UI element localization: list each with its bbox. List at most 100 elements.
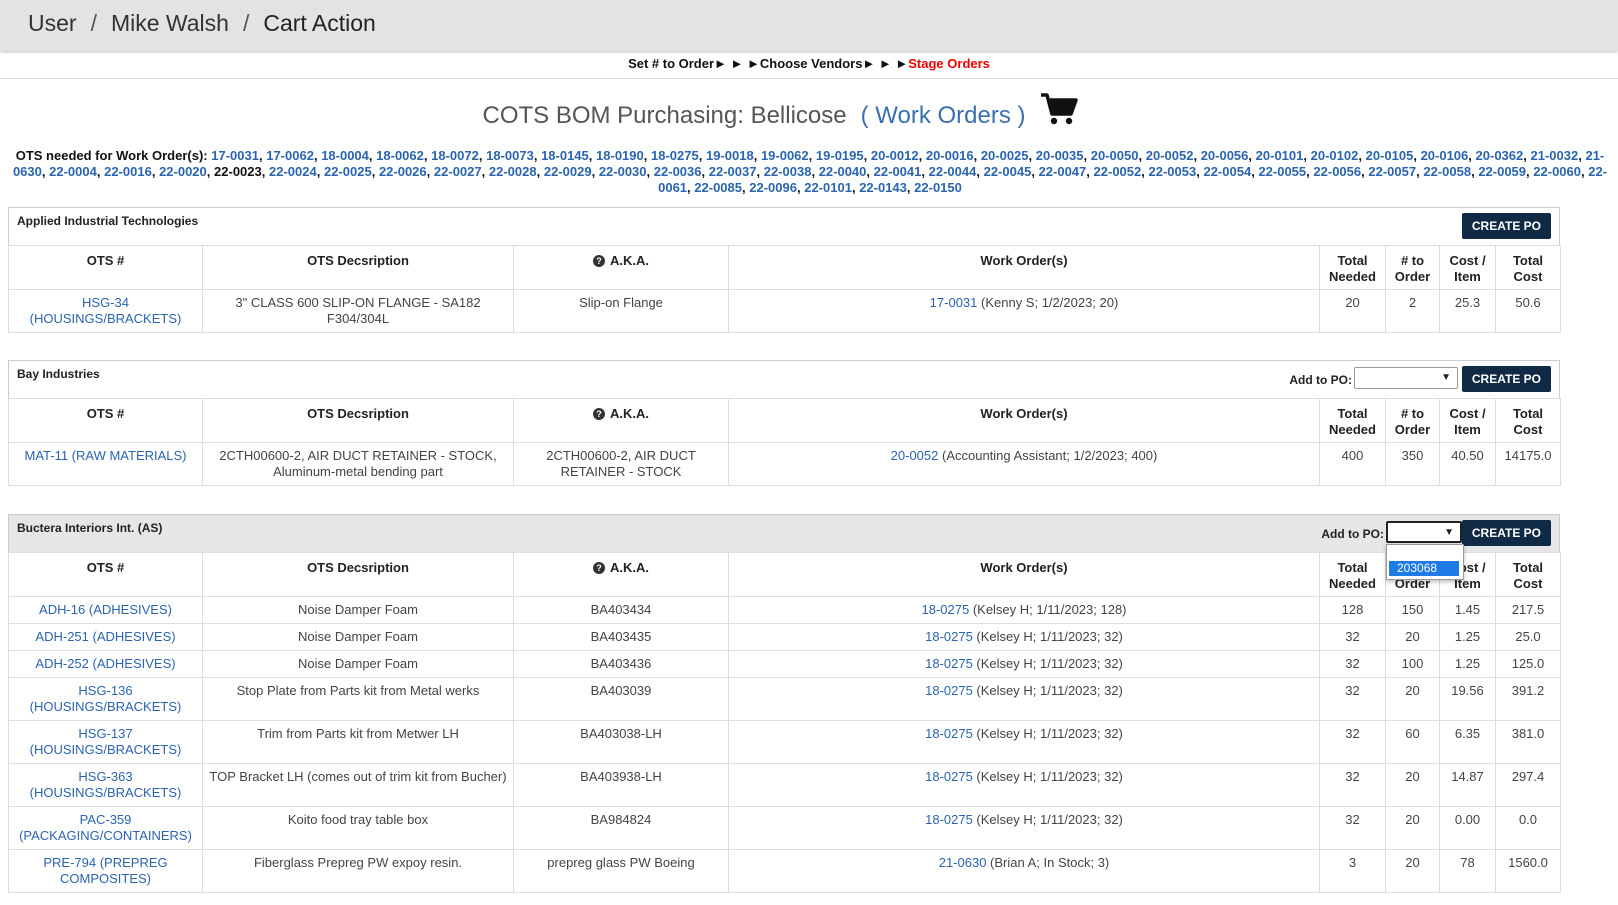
- ots-link[interactable]: HSG-363 (HOUSINGS/BRACKETS): [30, 769, 182, 800]
- work-order-link[interactable]: 20-0102: [1311, 148, 1359, 163]
- work-order-link[interactable]: 22-0038: [764, 164, 812, 179]
- work-order-link[interactable]: 20-0012: [871, 148, 919, 163]
- work-order-link[interactable]: 22-0004: [49, 164, 97, 179]
- work-order-link[interactable]: 22-0150: [914, 180, 962, 195]
- ots-link[interactable]: ADH-16 (ADHESIVES): [39, 602, 172, 617]
- work-order-link[interactable]: 20-0050: [1091, 148, 1139, 163]
- work-order-link[interactable]: 19-0062: [761, 148, 809, 163]
- work-order-link[interactable]: 22-0040: [819, 164, 867, 179]
- help-icon[interactable]: ?: [593, 408, 605, 420]
- work-order-link[interactable]: 18-0004: [321, 148, 369, 163]
- help-icon[interactable]: ?: [593, 255, 605, 267]
- work-order-link[interactable]: 22-0053: [1149, 164, 1197, 179]
- work-order-link[interactable]: 18-0062: [376, 148, 424, 163]
- po-option[interactable]: 203068: [1389, 561, 1459, 576]
- work-order-link[interactable]: 22-0055: [1258, 164, 1306, 179]
- column-header-total-needed: Total Needed: [1319, 245, 1386, 290]
- work-order-link[interactable]: 22-0052: [1094, 164, 1142, 179]
- work-order-link[interactable]: 22-0096: [749, 180, 797, 195]
- work-order-link[interactable]: 22-0101: [804, 180, 852, 195]
- work-order-link[interactable]: 22-0058: [1423, 164, 1471, 179]
- work-orders-link[interactable]: ( Work Orders ): [861, 102, 1026, 129]
- ots-link[interactable]: HSG-136 (HOUSINGS/BRACKETS): [30, 683, 182, 714]
- work-order-link[interactable]: 18-0145: [541, 148, 589, 163]
- work-order-link[interactable]: 22-0027: [434, 164, 482, 179]
- work-order-link[interactable]: 18-0275: [925, 726, 973, 741]
- work-order-link[interactable]: 20-0101: [1256, 148, 1304, 163]
- work-order-link[interactable]: 22-0143: [859, 180, 907, 195]
- cell-aka: prepreg glass PW Boeing: [513, 849, 729, 893]
- column-header-label: A.K.A.: [610, 560, 649, 575]
- add-to-po-select[interactable]: ▼: [1386, 521, 1462, 543]
- work-order-link[interactable]: 17-0031: [930, 295, 978, 310]
- cell-total-needed: 20: [1319, 289, 1386, 333]
- work-order-link[interactable]: 20-0052: [1146, 148, 1194, 163]
- work-order-link[interactable]: 22-0060: [1533, 164, 1581, 179]
- work-order-link[interactable]: 22-0030: [599, 164, 647, 179]
- table-row: ADH-252 (ADHESIVES) Noise Damper Foam BA40…: [8, 650, 1561, 678]
- work-order-link[interactable]: 22-0026: [379, 164, 427, 179]
- ots-link[interactable]: HSG-34 (HOUSINGS/BRACKETS): [30, 295, 182, 326]
- work-order-link[interactable]: 18-0275: [651, 148, 699, 163]
- work-order-link[interactable]: 22-0044: [929, 164, 977, 179]
- ots-link[interactable]: ADH-251 (ADHESIVES): [35, 629, 175, 644]
- ots-link[interactable]: HSG-137 (HOUSINGS/BRACKETS): [30, 726, 182, 757]
- work-order-link[interactable]: 20-0052: [891, 448, 939, 463]
- work-order-link[interactable]: 22-0059: [1478, 164, 1526, 179]
- breadcrumb-user[interactable]: User: [28, 10, 77, 36]
- work-order-link[interactable]: 20-0056: [1201, 148, 1249, 163]
- create-po-button[interactable]: CREATE PO: [1461, 520, 1551, 546]
- work-order-link[interactable]: 22-0085: [694, 180, 742, 195]
- work-order-link[interactable]: 22-0036: [654, 164, 702, 179]
- work-order-link[interactable]: 22-0028: [489, 164, 537, 179]
- cart-icon[interactable]: [1040, 92, 1078, 133]
- work-order-link[interactable]: 20-0035: [1036, 148, 1084, 163]
- work-order-link[interactable]: 22-0054: [1203, 164, 1251, 179]
- work-order-link[interactable]: 18-0275: [925, 683, 973, 698]
- page-title: COTS BOM Purchasing: Bellicose ( Work Ord…: [0, 93, 1560, 137]
- work-order-link[interactable]: 18-0275: [921, 602, 969, 617]
- work-order-link[interactable]: 22-0024: [269, 164, 317, 179]
- work-order-link[interactable]: 18-0190: [596, 148, 644, 163]
- work-order-link[interactable]: 17-0031: [211, 148, 259, 163]
- work-order-link[interactable]: 22-0041: [874, 164, 922, 179]
- cell-ots-description: Trim from Parts kit from Metwer LH: [202, 720, 514, 764]
- work-order-link[interactable]: 22-0016: [104, 164, 152, 179]
- work-order-link[interactable]: 18-0275: [925, 629, 973, 644]
- ots-link[interactable]: PAC-359 (PACKAGING/CONTAINERS): [19, 812, 192, 843]
- work-order-link[interactable]: 22-0047: [1039, 164, 1087, 179]
- ots-link[interactable]: PRE-794 (PREPREG COMPOSITES): [43, 855, 167, 886]
- work-order-link[interactable]: 20-0105: [1366, 148, 1414, 163]
- work-order-link[interactable]: 22-0029: [544, 164, 592, 179]
- work-order-link[interactable]: 22-0045: [984, 164, 1032, 179]
- work-order-link[interactable]: 18-0072: [431, 148, 479, 163]
- work-order-link[interactable]: 18-0275: [925, 812, 973, 827]
- work-order-details: (Brian A; In Stock; 3): [986, 855, 1110, 870]
- work-order-link[interactable]: 20-0016: [926, 148, 974, 163]
- ots-link[interactable]: ADH-252 (ADHESIVES): [35, 656, 175, 671]
- work-order-link[interactable]: 22-0056: [1313, 164, 1361, 179]
- breadcrumb-mike-walsh[interactable]: Mike Walsh: [111, 10, 229, 36]
- work-order-link[interactable]: 19-0195: [816, 148, 864, 163]
- work-order-link[interactable]: 17-0062: [266, 148, 314, 163]
- work-order-link[interactable]: 21-0630: [939, 855, 987, 870]
- work-order-link[interactable]: 19-0018: [706, 148, 754, 163]
- work-order-link[interactable]: 20-0362: [1476, 148, 1524, 163]
- work-order-link[interactable]: 18-0275: [925, 769, 973, 784]
- create-po-button[interactable]: CREATE PO: [1461, 366, 1551, 392]
- work-order-link[interactable]: 22-0037: [709, 164, 757, 179]
- work-order-link[interactable]: 22-0020: [159, 164, 207, 179]
- work-order-link[interactable]: 20-0106: [1421, 148, 1469, 163]
- work-order-link[interactable]: 22-0025: [324, 164, 372, 179]
- work-order-details: (Kelsey H; 1/11/2023; 32): [972, 683, 1123, 698]
- help-icon[interactable]: ?: [593, 562, 605, 574]
- cell-ots-number: ADH-16 (ADHESIVES): [8, 596, 203, 624]
- work-order-link[interactable]: 20-0025: [981, 148, 1029, 163]
- work-order-link[interactable]: 22-0057: [1368, 164, 1416, 179]
- work-order-link[interactable]: 18-0073: [486, 148, 534, 163]
- add-to-po-select[interactable]: ▼: [1354, 367, 1458, 389]
- work-order-link[interactable]: 21-0032: [1531, 148, 1579, 163]
- ots-link[interactable]: MAT-11 (RAW MATERIALS): [24, 448, 186, 463]
- work-order-link[interactable]: 18-0275: [925, 656, 973, 671]
- create-po-button[interactable]: CREATE PO: [1461, 213, 1551, 239]
